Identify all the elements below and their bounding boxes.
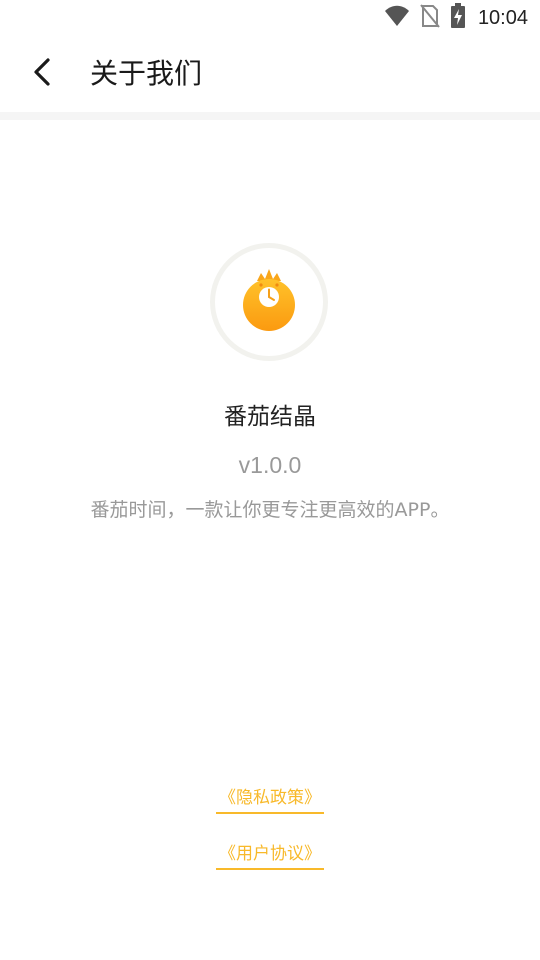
status-bar: 10:04 [0,0,540,36]
about-us-screen: 10:04 关于我们 番茄结晶 v1.0.0 番茄时间，一款让你更专注更高效的A… [0,0,540,960]
back-button[interactable] [22,54,62,94]
page-title: 关于我们 [90,57,203,90]
no-sim-icon [420,4,440,32]
tomato-clock-logo-icon [239,267,299,337]
app-logo [215,248,323,356]
status-time: 10:04 [477,6,528,29]
wifi-icon [384,5,410,31]
chevron-left-icon [30,56,54,92]
app-description: 番茄时间，一款让你更专注更高效的APP。 [90,499,450,521]
privacy-policy-link[interactable]: 《隐私政策》 [216,784,324,814]
battery-charging-icon [450,3,466,33]
header-divider [0,112,540,120]
user-agreement-link[interactable]: 《用户协议》 [216,840,324,870]
status-icons: 10:04 [384,3,528,33]
app-bar: 关于我们 [0,36,540,112]
app-name: 番茄结晶 [224,404,316,430]
app-version: v1.0.0 [238,452,302,478]
